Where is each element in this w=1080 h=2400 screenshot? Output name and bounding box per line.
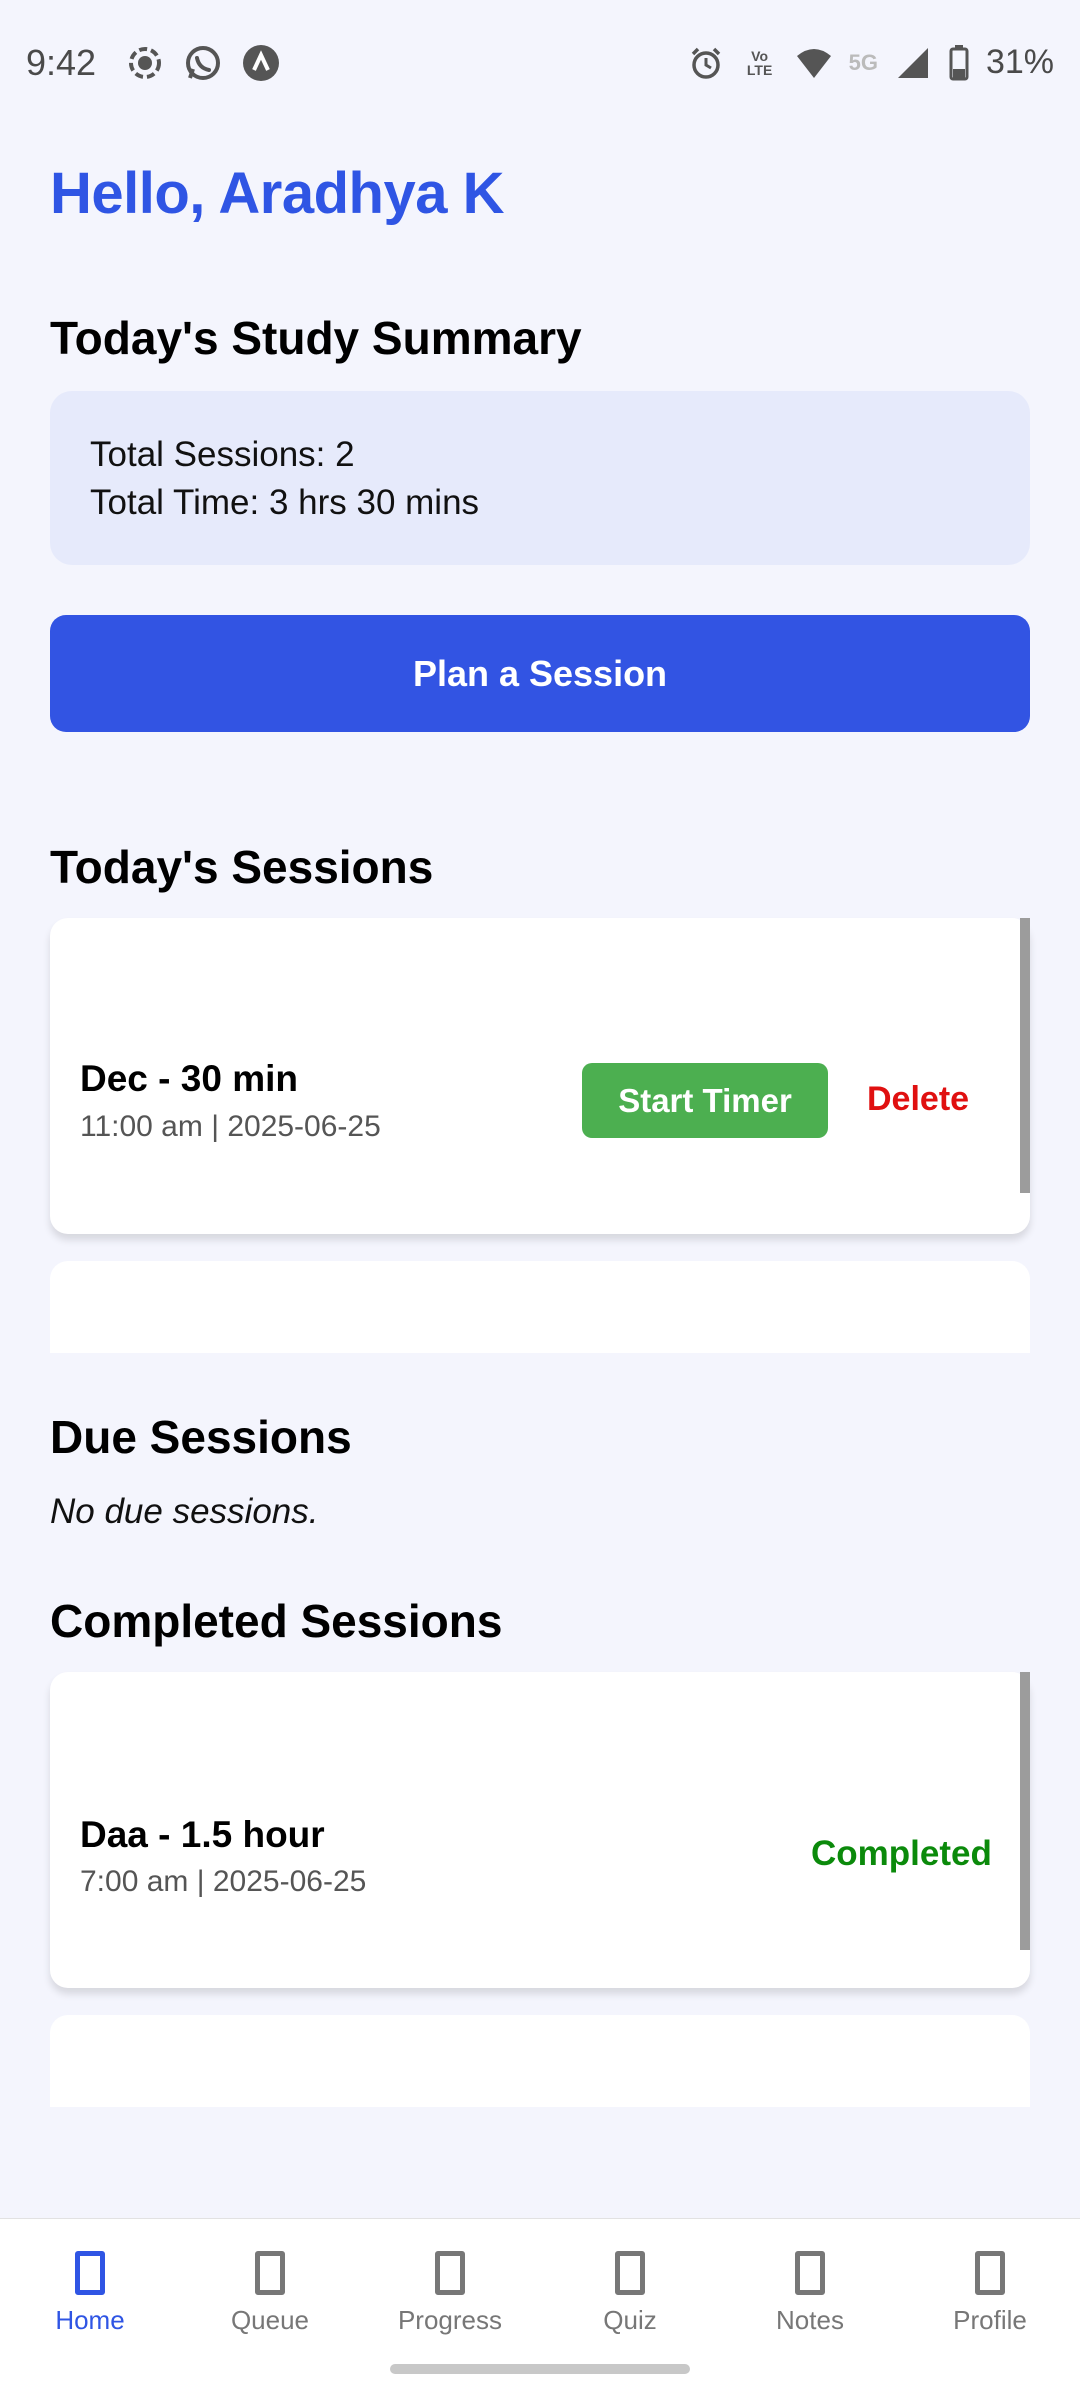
progress-icon (435, 2251, 465, 2295)
network-type: 5G (848, 49, 878, 75)
start-timer-button[interactable]: Start Timer (582, 1063, 828, 1138)
profile-icon (975, 2251, 1005, 2295)
battery-icon (948, 44, 970, 82)
due-sessions-title: Due Sessions (50, 1411, 352, 1463)
total-time: Total Time: 3 hrs 30 mins (90, 483, 480, 522)
gesture-handle[interactable] (390, 2364, 690, 2374)
todays-sessions-title: Today's Sessions (50, 841, 434, 893)
session-title: Dec - 30 min (80, 1058, 298, 1099)
nav-label: Profile (953, 2305, 1027, 2335)
status-time: 9:42 (26, 41, 97, 83)
summary-card: Total Sessions: 2 Total Time: 3 hrs 30 m… (50, 391, 1030, 565)
alarm-icon (687, 44, 725, 82)
nav-label: Progress (397, 2305, 503, 2335)
plan-session-button[interactable]: Plan a Session (50, 615, 1030, 732)
nav-profile[interactable]: Profile (900, 2219, 1080, 2400)
screen-record-icon (126, 44, 164, 82)
signal-icon (894, 44, 932, 82)
app-icon (242, 44, 280, 82)
notification-icons (126, 44, 280, 82)
nav-label: Queue (230, 2305, 310, 2335)
whatsapp-icon (184, 44, 222, 82)
session-card: Dec - 30 min 11:00 am | 2025-06-25 Start… (50, 918, 1030, 1234)
completed-card-peek (50, 2015, 1030, 2107)
session-card-peek (50, 1261, 1030, 1353)
wifi-icon (795, 44, 833, 82)
card-scrollbar[interactable] (1020, 918, 1030, 1193)
queue-icon (255, 2251, 285, 2295)
volte-label: Vo LTE (746, 47, 773, 78)
completed-sessions-title: Completed Sessions (50, 1595, 503, 1647)
home-icon (75, 2251, 105, 2295)
nav-label: Notes (776, 2305, 844, 2335)
nav-label: Home (55, 2305, 125, 2335)
nav-notes[interactable]: Notes (720, 2219, 900, 2400)
greeting-title: Hello, Aradhya K (50, 161, 504, 226)
nav-home[interactable]: Home (0, 2219, 180, 2400)
completed-status: Completed (811, 1834, 992, 1873)
completed-session-time: 7:00 am | 2025-06-25 (80, 1865, 367, 1898)
status-bar: 9:42 Vo LTE 5G 31% (0, 0, 1080, 125)
quiz-icon (615, 2251, 645, 2295)
delete-button[interactable]: Delete (867, 1080, 969, 1119)
due-empty-text: No due sessions. (50, 1492, 319, 1531)
nav-queue[interactable]: Queue (180, 2219, 360, 2400)
notes-icon (795, 2251, 825, 2295)
session-time: 11:00 am | 2025-06-25 (80, 1110, 381, 1143)
completed-card: Daa - 1.5 hour 7:00 am | 2025-06-25 Comp… (50, 1672, 1030, 1988)
summary-title: Today's Study Summary (50, 312, 582, 364)
total-sessions: Total Sessions: 2 (90, 435, 355, 474)
nav-label: Quiz (603, 2305, 657, 2335)
battery-percent: 31% (985, 43, 1054, 81)
system-icons: Vo LTE 5G 31% (687, 43, 1054, 82)
completed-session-title: Daa - 1.5 hour (80, 1814, 325, 1855)
volte-icon: Vo LTE (741, 44, 779, 82)
card-scrollbar[interactable] (1020, 1672, 1030, 1950)
